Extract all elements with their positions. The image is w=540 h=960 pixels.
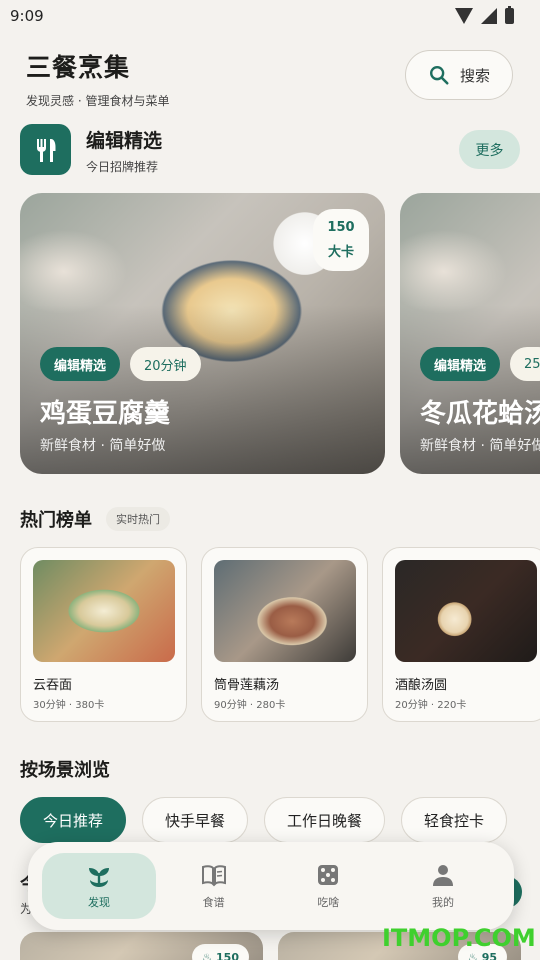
recipe-meta: 30分钟 · 380卡: [33, 700, 105, 711]
recipe-meta: 20分钟 · 220卡: [395, 700, 467, 711]
bottom-nav: 发现 食谱 吃啥 我的: [28, 842, 514, 930]
status-time: 9:09: [10, 7, 44, 25]
editor-subtitle: 今日招牌推荐: [86, 160, 159, 174]
scene-section-title: 按场景浏览: [20, 760, 110, 781]
nav-label: 吃啥: [317, 896, 340, 909]
kcal-badge: 150 大卡: [313, 209, 369, 271]
dice-icon: [318, 865, 339, 885]
signal-icon: [481, 8, 497, 24]
nav-item-recipes[interactable]: 食谱: [157, 853, 271, 919]
nav-item-what-to-eat[interactable]: 吃啥: [271, 853, 385, 919]
status-icons: [455, 6, 514, 24]
kcal-unit: 大卡: [327, 245, 354, 260]
wifi-icon: [455, 8, 473, 24]
recipe-thumbnail: [395, 560, 537, 662]
scene-chip-breakfast[interactable]: 快手早餐: [142, 797, 249, 843]
featured-card[interactable]: 编辑精选 25 冬瓜花蛤汤 新鲜食材 · 简单好做: [400, 193, 540, 474]
nav-label: 食谱: [202, 896, 225, 909]
nav-item-discover[interactable]: 发现: [42, 853, 156, 919]
tag-row: 编辑精选 20分钟: [40, 347, 201, 381]
app-subtitle: 发现灵感 · 管理食材与菜单: [26, 94, 170, 108]
scene-chip-today[interactable]: 今日推荐: [20, 797, 127, 843]
search-button[interactable]: 搜索: [405, 50, 513, 100]
featured-card[interactable]: 150 大卡 编辑精选 20分钟 鸡蛋豆腐羹 新鲜食材 · 简单好做: [20, 193, 385, 474]
kcal-value: 150: [327, 220, 355, 235]
featured-subtitle: 新鲜食材 · 简单好做: [420, 438, 540, 454]
recipe-thumbnail: [33, 560, 175, 662]
hot-list-header: 热门榜单 实时热门: [20, 506, 170, 532]
nav-label: 发现: [88, 896, 110, 909]
editor-title: 编辑精选: [86, 130, 163, 152]
scene-chip-dinner[interactable]: 工作日晚餐: [264, 797, 386, 843]
hot-list-title: 热门榜单: [20, 510, 92, 531]
scene-chip-light[interactable]: 轻食控卡: [401, 797, 508, 843]
nav-item-profile[interactable]: 我的: [386, 853, 500, 919]
hot-list[interactable]: 云吞面 30分钟 · 380卡 筒骨莲藕汤 90分钟 · 280卡 酒酿汤圆 2…: [20, 547, 540, 722]
time-tag: 25: [510, 347, 540, 381]
search-label: 搜索: [459, 66, 490, 85]
peek-card[interactable]: ♨ 150: [20, 932, 263, 960]
app-title: 三餐烹集: [26, 53, 131, 82]
featured-title: 鸡蛋豆腐羹: [40, 399, 171, 429]
battery-icon: [505, 6, 514, 24]
tag-row: 编辑精选 25: [420, 347, 540, 381]
hot-card[interactable]: 筒骨莲藕汤 90分钟 · 280卡: [201, 547, 368, 722]
recipe-name: 酒酿汤圆: [395, 678, 448, 693]
featured-title: 冬瓜花蛤汤: [420, 399, 540, 429]
recipe-thumbnail: [214, 560, 356, 662]
editor-section-header: 编辑精选 今日招牌推荐 更多: [20, 124, 520, 176]
sprout-icon: [89, 868, 109, 887]
hot-list-badge: 实时热门: [106, 507, 170, 531]
editor-tag: 编辑精选: [420, 347, 501, 381]
time-tag: 20分钟: [130, 347, 201, 381]
search-icon: [430, 66, 449, 85]
app-header: 三餐烹集 发现灵感 · 管理食材与菜单: [26, 48, 169, 109]
status-bar: 9:09: [0, 0, 540, 32]
more-button[interactable]: 更多: [459, 130, 520, 169]
watermark: ITMOP.COM: [382, 924, 536, 952]
nav-label: 我的: [431, 896, 454, 909]
fork-knife-icon: [20, 124, 71, 175]
hot-card[interactable]: 酒酿汤圆 20分钟 · 220卡: [382, 547, 540, 722]
book-icon: [201, 865, 226, 887]
featured-subtitle: 新鲜食材 · 简单好做: [40, 438, 166, 454]
recipe-meta: 90分钟 · 280卡: [214, 700, 286, 711]
editor-tag: 编辑精选: [40, 347, 121, 381]
hot-card[interactable]: 云吞面 30分钟 · 380卡: [20, 547, 187, 722]
kcal-value: 150: [216, 950, 239, 960]
featured-carousel[interactable]: 150 大卡 编辑精选 20分钟 鸡蛋豆腐羹 新鲜食材 · 简单好做 编辑精选 …: [20, 193, 540, 474]
person-icon: [432, 865, 453, 886]
flame-icon: ♨: [202, 950, 213, 960]
scene-chip-row: 今日推荐 快手早餐 工作日晚餐 轻食控卡: [20, 797, 508, 843]
kcal-badge: ♨ 150: [192, 944, 249, 960]
recipe-name: 云吞面: [33, 678, 73, 693]
recipe-name: 筒骨莲藕汤: [214, 678, 280, 693]
